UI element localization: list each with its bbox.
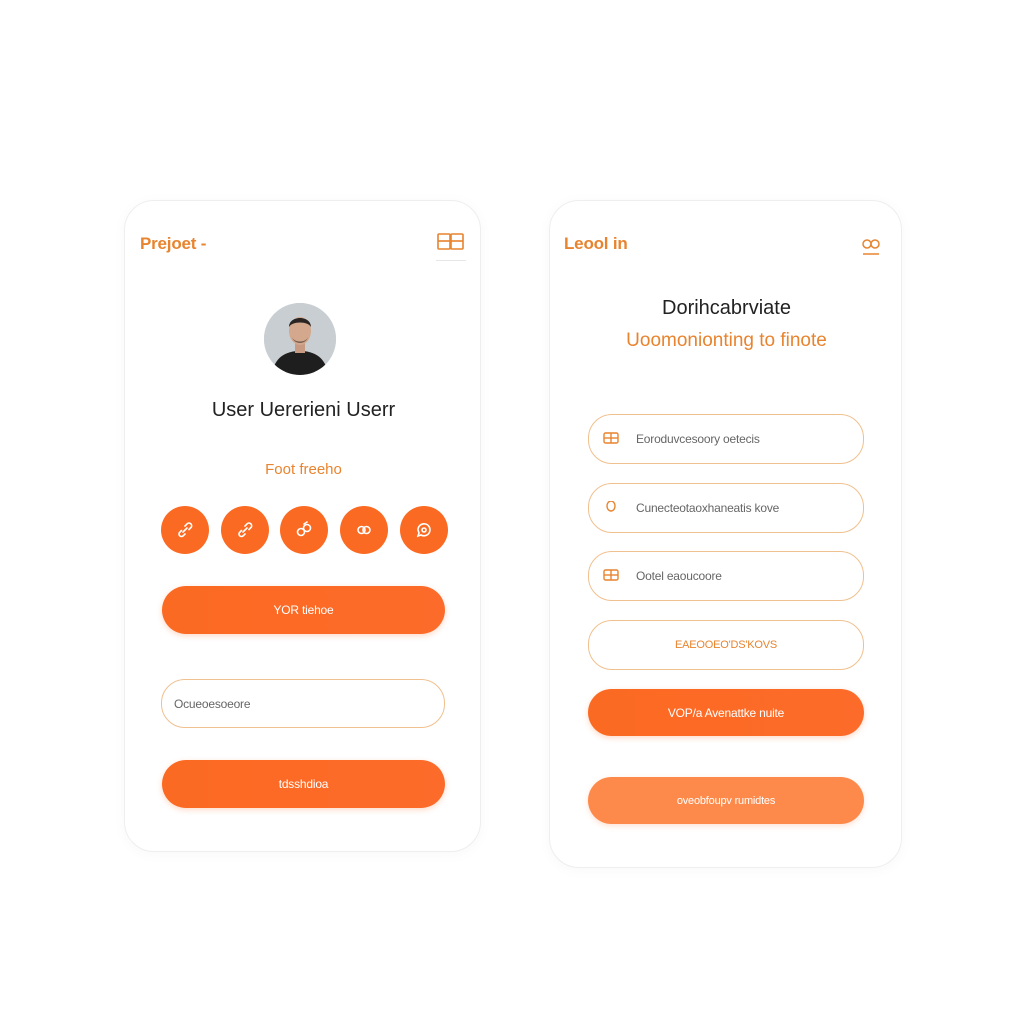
profile-subtitle: Foot freeho — [265, 461, 342, 478]
avatar — [264, 303, 336, 375]
link-icon[interactable] — [221, 506, 269, 554]
login-heading: Dorihcabrviate — [662, 297, 791, 319]
password-field-text: Cunecteotaoxhaneatis kove — [636, 501, 780, 515]
outline-button[interactable]: EAEOOEO'DS'KOVS — [588, 620, 864, 670]
card-icon — [603, 569, 619, 583]
password-field[interactable]: Cunecteotaoxhaneatis kove — [588, 483, 864, 533]
secondary-button[interactable]: tdsshdioa — [162, 760, 445, 808]
profile-card: Prejoet - User Uererieni Userr Foot free… — [124, 200, 481, 852]
user-name: User Uererieni Userr — [211, 399, 396, 421]
account-field[interactable]: Eoroduvcesoory oetecis — [588, 414, 864, 464]
header-divider — [436, 260, 466, 261]
detail-field-text: Ootel eaoucoore — [636, 569, 722, 583]
login-card-title: Leool in — [564, 234, 628, 253]
lock-icon — [603, 500, 619, 515]
group-icon[interactable] — [340, 506, 388, 554]
alternate-button[interactable]: oveobfoupv rumidtes — [588, 777, 864, 824]
link-icon[interactable] — [161, 506, 209, 554]
share-icon[interactable] — [280, 506, 328, 554]
card-icon — [603, 432, 619, 446]
login-card: Leool in Dorihcabrviate Uoomonionting to… — [549, 200, 902, 868]
app-canvas: Prejoet - User Uererieni Userr Foot free… — [0, 0, 1024, 1024]
text-input-placeholder: Ocueoesoeore — [174, 696, 251, 711]
chat-icon[interactable] — [400, 506, 448, 554]
profile-card-title: Prejoet - — [140, 234, 207, 253]
primary-login-button[interactable]: VOP/a Avenattke nuite — [588, 689, 864, 736]
settings-icon[interactable] — [859, 236, 883, 258]
account-field-text: Eoroduvcesoory oetecis — [636, 432, 760, 446]
text-input[interactable]: Ocueoesoeore — [161, 679, 445, 728]
book-icon[interactable] — [437, 233, 465, 253]
primary-button[interactable]: YOR tiehoe — [162, 586, 445, 634]
login-subheading: Uoomonionting to finote — [626, 330, 827, 351]
detail-field[interactable]: Ootel eaoucoore — [588, 551, 864, 601]
